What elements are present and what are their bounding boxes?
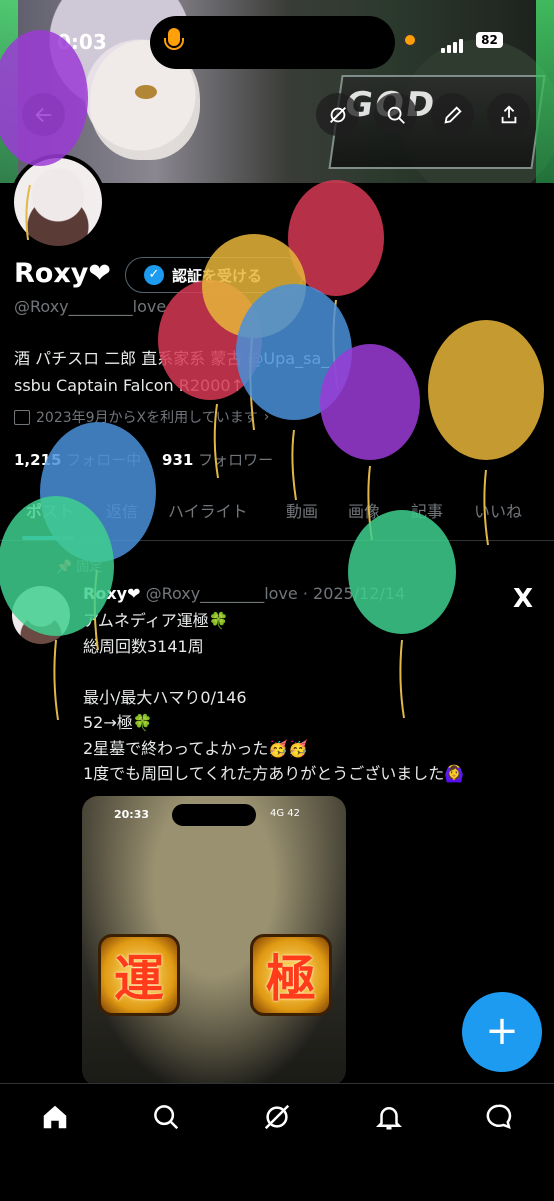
- profile-tabs: ポスト 返信 ハイライト 動画 画像 記事 いいね: [0, 494, 554, 541]
- tab-videos[interactable]: 動画: [286, 498, 318, 522]
- post-line: 2星墓で終わってよかった🥳🥳: [83, 738, 309, 758]
- get-verified-button[interactable]: ✓ 認証を受ける: [125, 257, 303, 293]
- post-line: 最小/最大ハマり0/146: [83, 687, 247, 707]
- following-label: フォロー中: [66, 451, 142, 469]
- bio-line: 酒 パチスロ 二郎 直系家系 蒙古 @Upa_sa_: [14, 349, 330, 368]
- profile-bio: 酒 パチスロ 二郎 直系家系 蒙古 @Upa_sa_ ssbu Captain …: [14, 345, 534, 399]
- active-tab-indicator: [22, 536, 74, 540]
- search-icon: [387, 106, 405, 124]
- profile-avatar[interactable]: [10, 154, 106, 250]
- microphone-icon: [164, 28, 184, 50]
- profile-name: Roxy❤: [14, 258, 111, 289]
- back-button[interactable]: [22, 93, 65, 136]
- share-button[interactable]: [487, 93, 530, 136]
- banner-character-eye: [135, 85, 157, 99]
- calendar-icon: [14, 409, 30, 425]
- grok-icon: [329, 106, 346, 123]
- status-time: 0:03: [57, 30, 107, 54]
- pinned-indicator: 📌 固定: [56, 556, 102, 575]
- post-author[interactable]: Roxy❤: [83, 584, 140, 603]
- nav-messages[interactable]: [482, 1100, 516, 1134]
- verified-check-icon: ✓: [144, 265, 164, 285]
- post-header: Roxy❤ @Roxy________love · 2025/12/14: [83, 584, 405, 603]
- battery-indicator: 82: [476, 32, 503, 48]
- edit-button[interactable]: [431, 93, 474, 136]
- compose-post-button[interactable]: +: [462, 992, 542, 1072]
- following-count: 1,215: [14, 451, 62, 469]
- bell-icon: [375, 1107, 403, 1130]
- joined-date: 2023年9月からXを利用しています ›: [14, 407, 269, 427]
- media-time: 20:33: [114, 808, 150, 821]
- post-line: 総周回数3141周: [83, 636, 204, 656]
- media-kanji-left: 運: [98, 934, 180, 1016]
- chat-bubble-icon: [486, 1104, 512, 1129]
- followers-count: 931: [162, 451, 194, 469]
- post-media-image[interactable]: 20:33 4G 42 運 極: [82, 796, 346, 1086]
- grok-icon: [264, 1104, 290, 1130]
- post-avatar[interactable]: [12, 586, 70, 644]
- post-line: 52→極🍀: [83, 713, 153, 732]
- media-status: 4G 42: [270, 808, 301, 819]
- pencil-icon: [443, 105, 462, 124]
- search-button[interactable]: [374, 93, 417, 136]
- profile-handle: @Roxy________love: [14, 297, 167, 316]
- tab-images[interactable]: 画像: [348, 498, 380, 522]
- post-line: [83, 659, 543, 685]
- post-line: 1度でも周回してくれた方ありがとうございました🙆‍♀️: [83, 764, 465, 783]
- media-notch: [172, 804, 256, 826]
- grok-button[interactable]: [316, 93, 359, 136]
- following-link[interactable]: 1,215 フォロー中: [14, 451, 141, 469]
- media-kanji-right: 極: [250, 934, 332, 1016]
- joined-label: 2023年9月からXを利用しています: [36, 410, 258, 426]
- pinned-label: 固定: [76, 560, 103, 575]
- nav-notifications[interactable]: [372, 1100, 406, 1134]
- chevron-right-icon[interactable]: ›: [264, 409, 270, 425]
- share-icon: [501, 104, 516, 123]
- tab-posts[interactable]: ポスト: [26, 498, 74, 522]
- post-date: · 2025/12/14: [302, 584, 406, 603]
- bottom-navigation: [0, 1083, 554, 1201]
- pin-icon: 📌: [56, 560, 73, 575]
- nav-home[interactable]: [38, 1100, 72, 1134]
- bio-line: ssbu Captain Falcon R2000↑: [14, 376, 244, 395]
- post-line: アムネディア運極🍀: [83, 611, 229, 630]
- camera-indicator-icon: [405, 35, 415, 45]
- post-handle: @Roxy________love: [145, 584, 298, 603]
- nav-grok[interactable]: [260, 1100, 294, 1134]
- followers-link[interactable]: 931 フォロワー: [162, 451, 273, 469]
- tab-likes[interactable]: いいね: [474, 498, 522, 522]
- post-body: アムネディア運極🍀 総周回数3141周 最小/最大ハマり0/146 52→極🍀 …: [83, 608, 543, 787]
- tab-highlights[interactable]: ハイライト: [168, 498, 248, 522]
- nav-search[interactable]: [149, 1100, 183, 1134]
- cellular-signal-icon: [441, 34, 465, 53]
- dynamic-island: [150, 16, 395, 69]
- status-bar: 0:03 82: [0, 14, 554, 70]
- followers-label: フォロワー: [198, 451, 274, 469]
- arrow-left-icon: [34, 107, 51, 122]
- tab-articles[interactable]: 記事: [411, 498, 443, 522]
- home-icon: [43, 1105, 67, 1129]
- follow-stats: 1,215 フォロー中 931 フォロワー: [14, 449, 273, 470]
- search-icon: [154, 1105, 179, 1130]
- tab-replies[interactable]: 返信: [106, 498, 138, 522]
- get-verified-label: 認証を受ける: [172, 266, 263, 285]
